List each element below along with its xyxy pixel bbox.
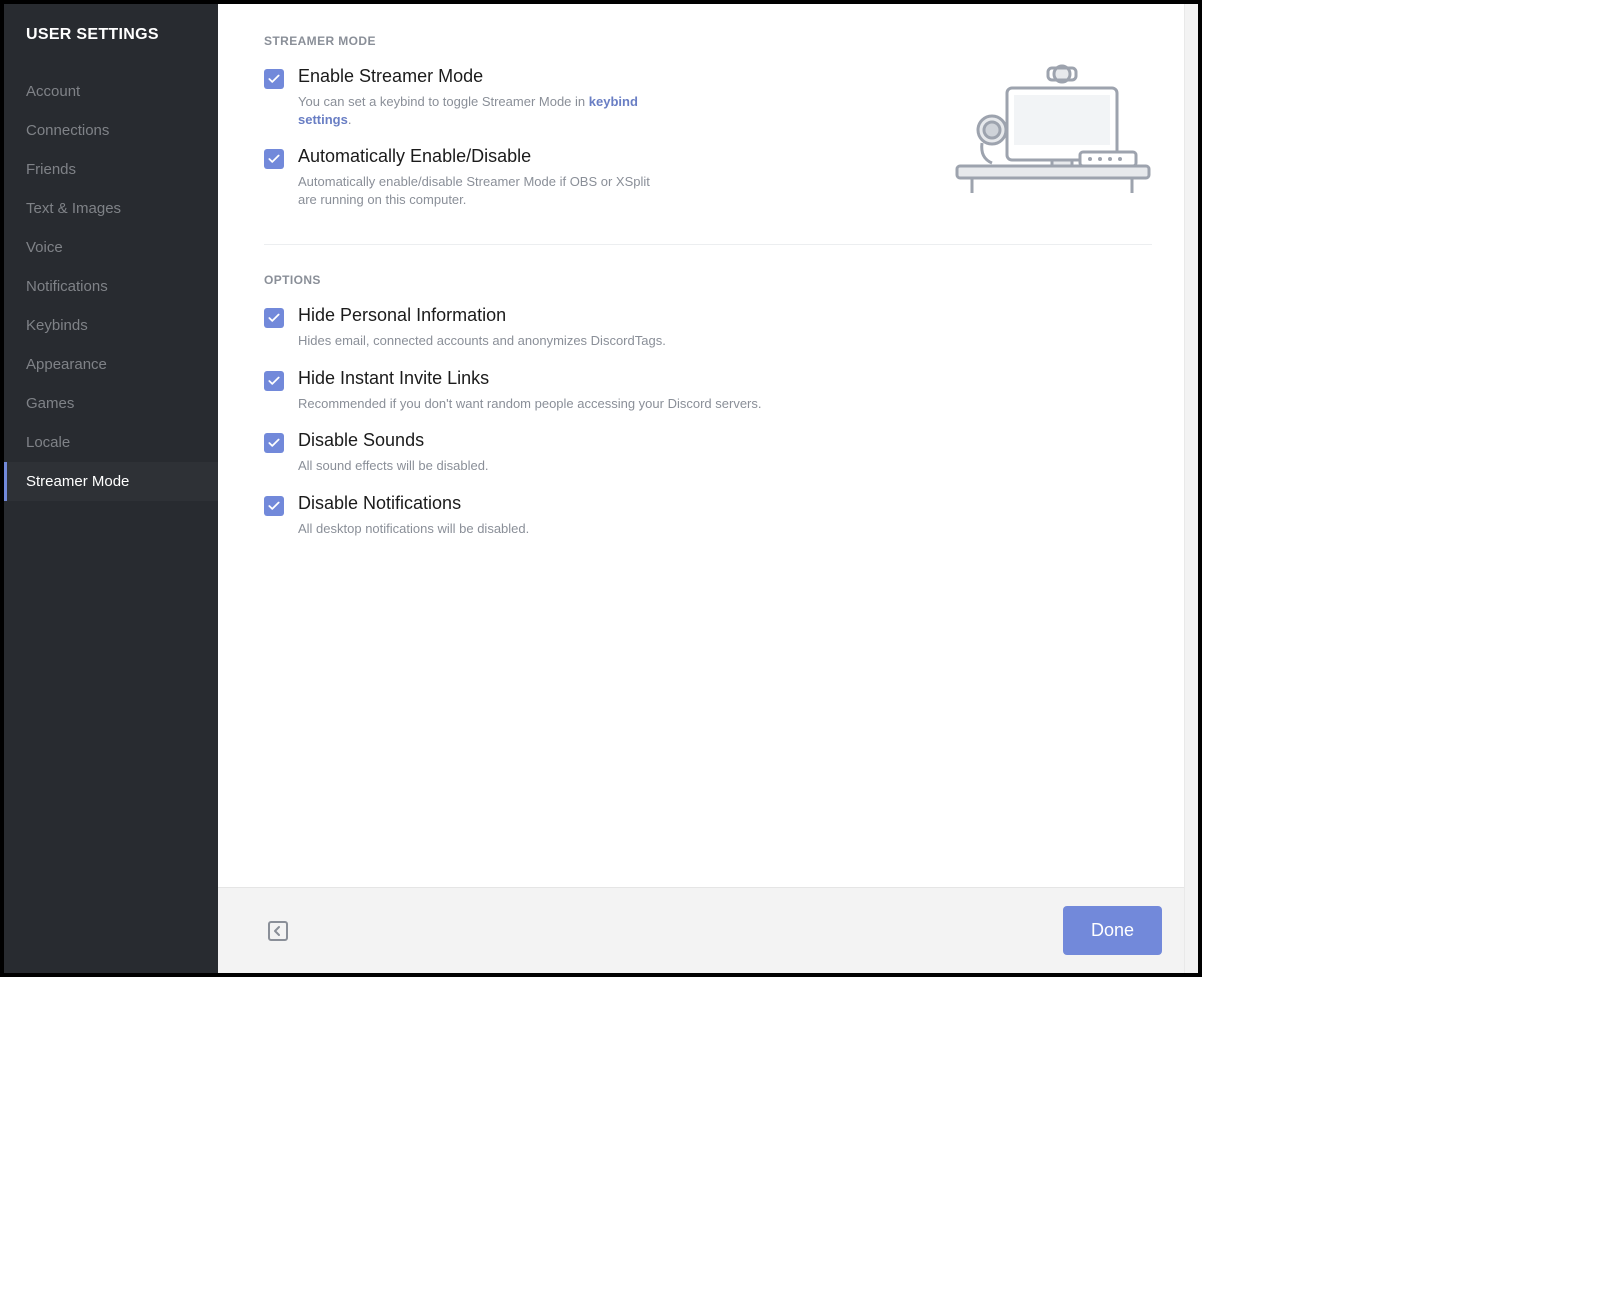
sidebar-item-label: Appearance [26,356,107,373]
check-icon [267,72,281,86]
sidebar-item-label: Games [26,395,74,412]
sidebar-item-connections[interactable]: Connections [4,111,218,150]
sidebar-item-keybinds[interactable]: Keybinds [4,306,218,345]
setting-desc: All desktop notifications will be disabl… [298,520,1152,538]
setting-title: Hide Instant Invite Links [298,368,1152,389]
streaming-setup-icon [952,58,1152,198]
streamer-mode-row: Enable Streamer Mode You can set a keybi… [264,48,1152,208]
setting-title: Hide Personal Information [298,305,1152,326]
setting-title: Automatically Enable/Disable [298,146,654,167]
setting-hide-invite-links: Hide Instant Invite Links Recommended if… [264,368,1152,413]
sidebar-item-label: Friends [26,161,76,178]
sidebar-item-locale[interactable]: Locale [4,423,218,462]
setting-disable-sounds: Disable Sounds All sound effects will be… [264,430,1152,475]
setting-auto-enable-disable: Automatically Enable/Disable Automatical… [264,146,654,208]
back-icon [266,919,290,943]
section-label-options: OPTIONS [264,273,1152,287]
checkbox-disable-notifications[interactable] [264,496,284,516]
sidebar-item-text-images[interactable]: Text & Images [4,189,218,228]
setting-disable-notifications: Disable Notifications All desktop notifi… [264,493,1152,538]
footer: Done [218,887,1198,973]
checkbox-disable-sounds[interactable] [264,433,284,453]
sidebar-item-appearance[interactable]: Appearance [4,345,218,384]
setting-title: Disable Notifications [298,493,1152,514]
check-icon [267,374,281,388]
sidebar-item-label: Text & Images [26,200,121,217]
done-button[interactable]: Done [1063,906,1162,955]
streamer-art [654,48,1152,198]
sidebar-list: Account Connections Friends Text & Image… [4,72,218,501]
sidebar-title: USER SETTINGS [26,26,196,44]
scrollbar[interactable] [1184,4,1198,973]
sidebar-item-label: Account [26,83,80,100]
sidebar-item-games[interactable]: Games [4,384,218,423]
setting-desc: Recommended if you don't want random peo… [298,395,1152,413]
content: STREAMER MODE Enable Streamer Mode You c… [218,4,1198,887]
back-button[interactable] [264,917,292,945]
sidebar-item-account[interactable]: Account [4,72,218,111]
sidebar-item-streamer-mode[interactable]: Streamer Mode [4,462,218,501]
main: STREAMER MODE Enable Streamer Mode You c… [218,4,1198,973]
sidebar-header: USER SETTINGS [4,4,218,64]
check-icon [267,436,281,450]
sidebar-item-label: Voice [26,239,63,256]
check-icon [267,311,281,325]
setting-title: Enable Streamer Mode [298,66,654,87]
sidebar: USER SETTINGS Account Connections Friend… [4,4,218,973]
setting-enable-streamer-mode: Enable Streamer Mode You can set a keybi… [264,66,654,128]
setting-hide-personal-info: Hide Personal Information Hides email, c… [264,305,1152,350]
streamer-mode-settings: Enable Streamer Mode You can set a keybi… [264,48,654,208]
sidebar-item-notifications[interactable]: Notifications [4,267,218,306]
setting-desc: You can set a keybind to toggle Streamer… [298,93,654,128]
sidebar-item-label: Streamer Mode [26,473,129,490]
sidebar-item-label: Connections [26,122,109,139]
section-label-streamer-mode: STREAMER MODE [264,34,1152,48]
checkbox-hide-invite-links[interactable] [264,371,284,391]
sidebar-item-label: Keybinds [26,317,88,334]
checkbox-hide-personal-info[interactable] [264,308,284,328]
checkbox-auto-enable-disable[interactable] [264,149,284,169]
sidebar-item-label: Locale [26,434,70,451]
checkbox-enable-streamer-mode[interactable] [264,69,284,89]
check-icon [267,499,281,513]
sidebar-item-voice[interactable]: Voice [4,228,218,267]
setting-desc: Hides email, connected accounts and anon… [298,332,1152,350]
setting-title: Disable Sounds [298,430,1152,451]
setting-desc-suffix: . [348,112,352,127]
divider [264,244,1152,245]
sidebar-item-label: Notifications [26,278,108,295]
setting-desc-prefix: You can set a keybind to toggle Streamer… [298,94,589,109]
check-icon [267,152,281,166]
sidebar-item-friends[interactable]: Friends [4,150,218,189]
setting-desc: Automatically enable/disable Streamer Mo… [298,173,654,208]
setting-desc: All sound effects will be disabled. [298,457,1152,475]
